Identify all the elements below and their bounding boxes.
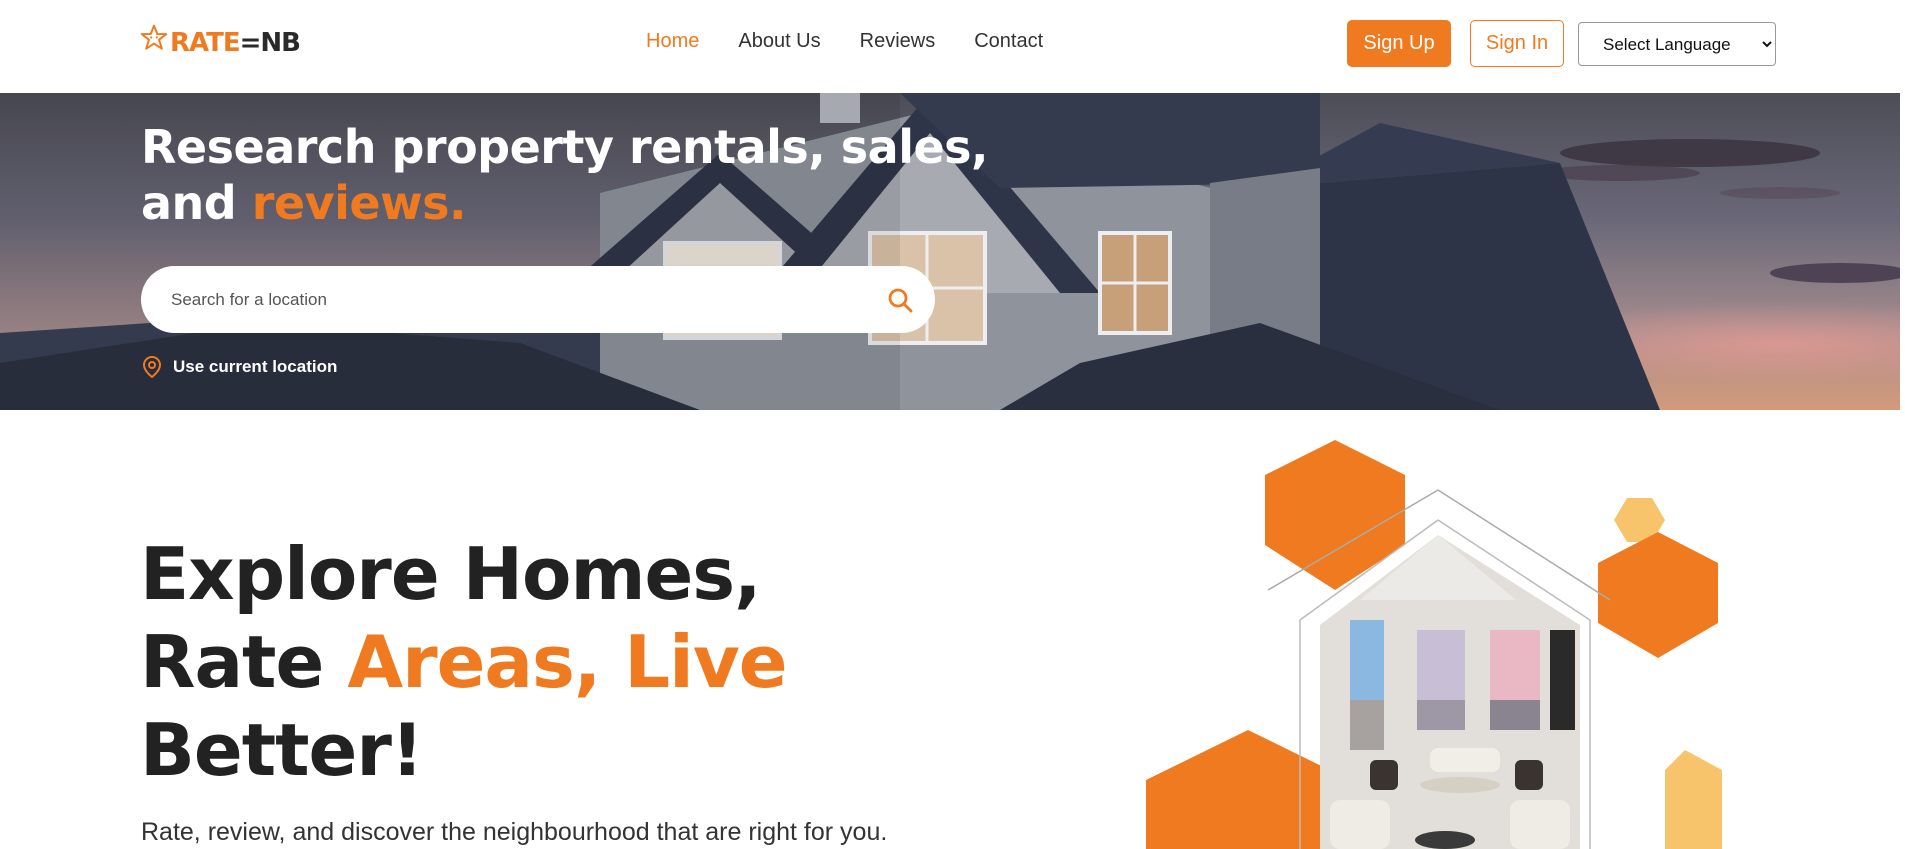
nav-about-us[interactable]: About Us [738, 30, 820, 53]
site-header: RATE=NB Home About Us Reviews Contact Si… [0, 0, 1905, 93]
main-title-prefix: Rate [140, 620, 348, 704]
main-nav: Home About Us Reviews Contact [646, 30, 1082, 53]
use-current-location[interactable]: Use current location [141, 355, 337, 379]
nav-contact[interactable]: Contact [974, 30, 1043, 53]
language-select[interactable]: Select Language [1578, 22, 1776, 66]
hexagon-orange-right [1598, 532, 1718, 658]
hero-title: Research property rentals, sales, and re… [141, 119, 989, 231]
interior-hexagon-illustration [1146, 440, 1722, 849]
nav-home[interactable]: Home [646, 30, 699, 53]
hero-banner: Research property rentals, sales, and re… [0, 93, 1900, 410]
logo[interactable]: RATE=NB [140, 12, 301, 64]
main-title-accent: Areas, Live [347, 620, 787, 704]
location-search-input[interactable] [171, 279, 871, 320]
sign-up-button[interactable]: Sign Up [1347, 20, 1451, 67]
location-pin-icon [142, 355, 162, 379]
main-subtitle: Rate, review, and discover the neighbour… [141, 818, 888, 846]
main-title-line3: Better! [140, 708, 424, 792]
logo-text: RATE=NB [170, 28, 301, 58]
hexagon-orange-top [1265, 440, 1405, 590]
use-current-location-label: Use current location [173, 357, 338, 376]
main-title-line1: Explore Homes, [140, 532, 761, 616]
hero-title-accent: reviews. [251, 176, 467, 230]
star-logo-icon [140, 24, 168, 50]
search-icon[interactable] [887, 287, 913, 313]
hexagon-orange-bottom [1146, 730, 1350, 849]
hero-title-prefix: and [141, 176, 252, 230]
nav-reviews[interactable]: Reviews [860, 30, 936, 53]
sign-in-button[interactable]: Sign In [1470, 20, 1564, 67]
main-title: Explore Homes, Rate Areas, Live Better! [140, 530, 788, 794]
hero-title-line1: Research property rentals, sales, [141, 120, 989, 174]
search-box [141, 266, 935, 333]
